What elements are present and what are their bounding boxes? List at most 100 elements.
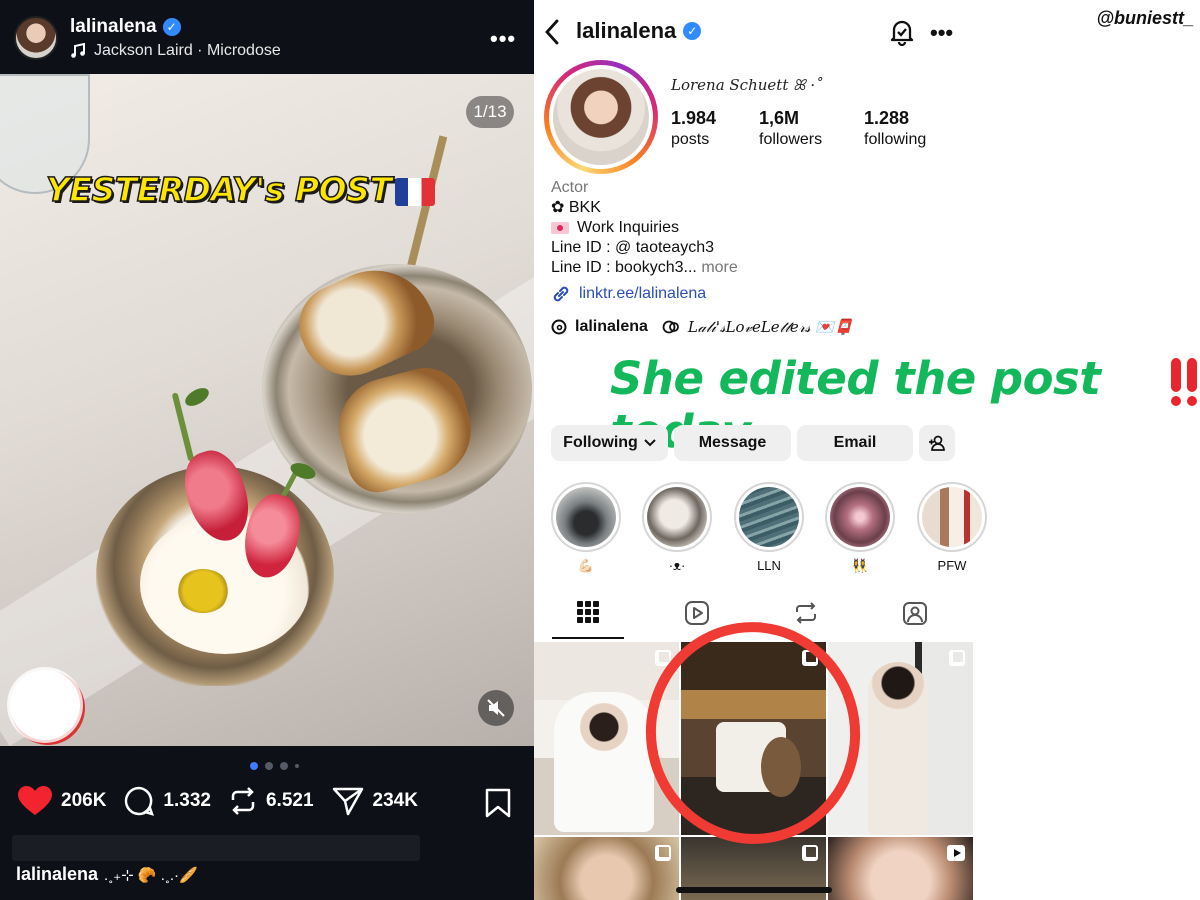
profile-header-title: lalinalena ✓ (576, 18, 702, 44)
record-button[interactable] (10, 670, 80, 740)
channel-icon (662, 320, 679, 334)
reels-icon (685, 601, 709, 625)
share-button[interactable]: 234K (332, 786, 418, 816)
highlight-cover (647, 487, 707, 547)
comment-count: 1.332 (163, 790, 211, 811)
threads-icon (551, 319, 567, 335)
highlight-item[interactable]: ·ᴥ· (642, 482, 712, 574)
repost-button[interactable]: 6.521 (229, 786, 314, 816)
highlight-label: LLN (757, 558, 781, 573)
threads-handle[interactable]: lalinalena (575, 318, 648, 336)
chevron-left-icon (545, 19, 559, 45)
highlight-label: ·ᴥ· (668, 558, 686, 573)
email-button[interactable]: Email (797, 425, 913, 461)
full-name: Lorena Schuett ꕤ ·˚ (671, 76, 823, 94)
mute-toggle[interactable] (478, 690, 514, 726)
music-row[interactable]: Jackson Laird · Microdose (70, 42, 281, 60)
back-button[interactable] (542, 18, 562, 51)
verified-badge-icon: ✓ (162, 18, 181, 36)
bio: Actor ✿ BKK Work Inquiries Line ID : @ t… (551, 178, 738, 278)
grid-icon (577, 601, 599, 623)
more-options-icon[interactable]: ••• (490, 26, 516, 52)
repost-count: 6.521 (265, 790, 314, 811)
grid-post[interactable] (828, 837, 973, 900)
suggested-users-button[interactable] (919, 425, 955, 461)
reel-play-icon (947, 845, 965, 861)
heart-icon (18, 786, 52, 815)
tab-grid[interactable] (552, 600, 624, 640)
notifications-button[interactable] (888, 18, 916, 51)
double-exclamation-icon (1171, 358, 1197, 406)
carousel-icon (655, 845, 671, 861)
bell-icon (890, 20, 914, 47)
followers-stat[interactable]: 1,6M followers (759, 108, 822, 149)
highlight-cover (830, 487, 890, 547)
highlight-cover (922, 487, 982, 547)
bio-line-location: ✿ BKK (551, 199, 601, 216)
highlight-cover (739, 487, 799, 547)
comment-bubble-icon (125, 786, 155, 816)
repost-icon (231, 787, 255, 815)
send-icon (332, 787, 363, 816)
caption-username[interactable]: lalinalena (16, 864, 98, 885)
bio-more-link[interactable]: more (701, 259, 737, 276)
bio-line-lineid-2: Line ID : bookych3... more (551, 259, 738, 276)
love-letter-icon (551, 221, 569, 234)
tagged-person-icon (903, 602, 927, 625)
post-viewer: lalinalena ✓ Jackson Laird · Microdose •… (0, 0, 534, 900)
author-username[interactable]: lalinalena (70, 16, 157, 38)
carousel-indicator (250, 762, 299, 770)
profile-avatar[interactable] (544, 60, 658, 174)
author-name-row[interactable]: lalinalena ✓ (70, 16, 181, 38)
add-person-icon (929, 435, 945, 451)
like-button[interactable]: 206K (18, 786, 106, 816)
blurred-text (12, 835, 420, 861)
share-count: 234K (372, 790, 418, 811)
chevron-down-icon (644, 439, 656, 447)
highlight-item[interactable]: 👯‍♀️ (825, 482, 895, 574)
following-button[interactable]: Following (551, 425, 668, 461)
post-actions: 206K 1.332 6.521 234K (18, 786, 436, 816)
active-tab-indicator (552, 637, 624, 639)
broadcast-channel-name[interactable]: 𝐿𝒶𝓁𝒾'𝓈𝐿𝑜𝓋𝑒𝐿𝑒𝓉𝓉𝑒𝓇𝓈 💌📮 (688, 318, 853, 336)
grid-post[interactable] (534, 837, 679, 900)
author-avatar[interactable] (14, 16, 58, 60)
caption-text: .˳₊⊹ 🥐 .˳.·🥖 (104, 866, 198, 884)
carousel-icon (949, 650, 965, 666)
category-label: Actor (551, 179, 589, 196)
yesterday-post-overlay: YESTERDAY's POST (45, 169, 436, 210)
posts-stat[interactable]: 1.984 posts (671, 108, 716, 149)
highlight-item[interactable]: 💪🏻 (551, 482, 621, 574)
media-counter: 1/13 (466, 96, 514, 128)
save-button[interactable] (484, 788, 512, 823)
highlight-item[interactable]: PFW (917, 482, 987, 574)
like-count: 206K (61, 790, 107, 811)
home-indicator (676, 887, 832, 893)
bio-link[interactable]: linktr.ee/lalinalena (551, 284, 706, 304)
post-header: lalinalena ✓ Jackson Laird · Microdose •… (0, 0, 534, 74)
highlight-cover (556, 487, 616, 547)
bio-line-work: Work Inquiries (551, 218, 738, 238)
highlight-label: 💪🏻 (577, 558, 595, 573)
threads-row: lalinalena 𝐿𝒶𝓁𝒾'𝓈𝐿𝑜𝓋𝑒𝐿𝑒𝓉𝓉𝑒𝓇𝓈 💌📮 (551, 318, 853, 336)
music-note-icon (71, 43, 85, 58)
post-photo[interactable]: 1/13 YESTERDAY's POST (0, 74, 534, 746)
france-flag-icon (395, 177, 436, 206)
watermark: @buniestt_ (1096, 8, 1194, 28)
carousel-icon (802, 845, 818, 861)
tab-tagged[interactable] (879, 600, 951, 640)
comment-button[interactable]: 1.332 (124, 786, 211, 816)
more-options-icon[interactable]: ••• (930, 20, 953, 46)
verified-badge-icon: ✓ (683, 22, 702, 40)
profile-page: @buniestt_ lalinalena ✓ ••• Lorena Schue… (534, 0, 1200, 900)
profile-username: lalinalena (576, 18, 677, 43)
highlight-item[interactable]: LLN (734, 482, 804, 574)
music-title: Jackson Laird · Microdose (94, 42, 281, 59)
bio-line-lineid-1: Line ID : @ taoteaych3 (551, 239, 714, 256)
link-icon (553, 286, 569, 302)
highlight-label: PFW (937, 558, 967, 573)
message-button[interactable]: Message (674, 425, 791, 461)
following-stat[interactable]: 1.288 following (864, 108, 926, 149)
bookmark-icon (485, 788, 511, 818)
speaker-muted-icon (487, 699, 505, 717)
